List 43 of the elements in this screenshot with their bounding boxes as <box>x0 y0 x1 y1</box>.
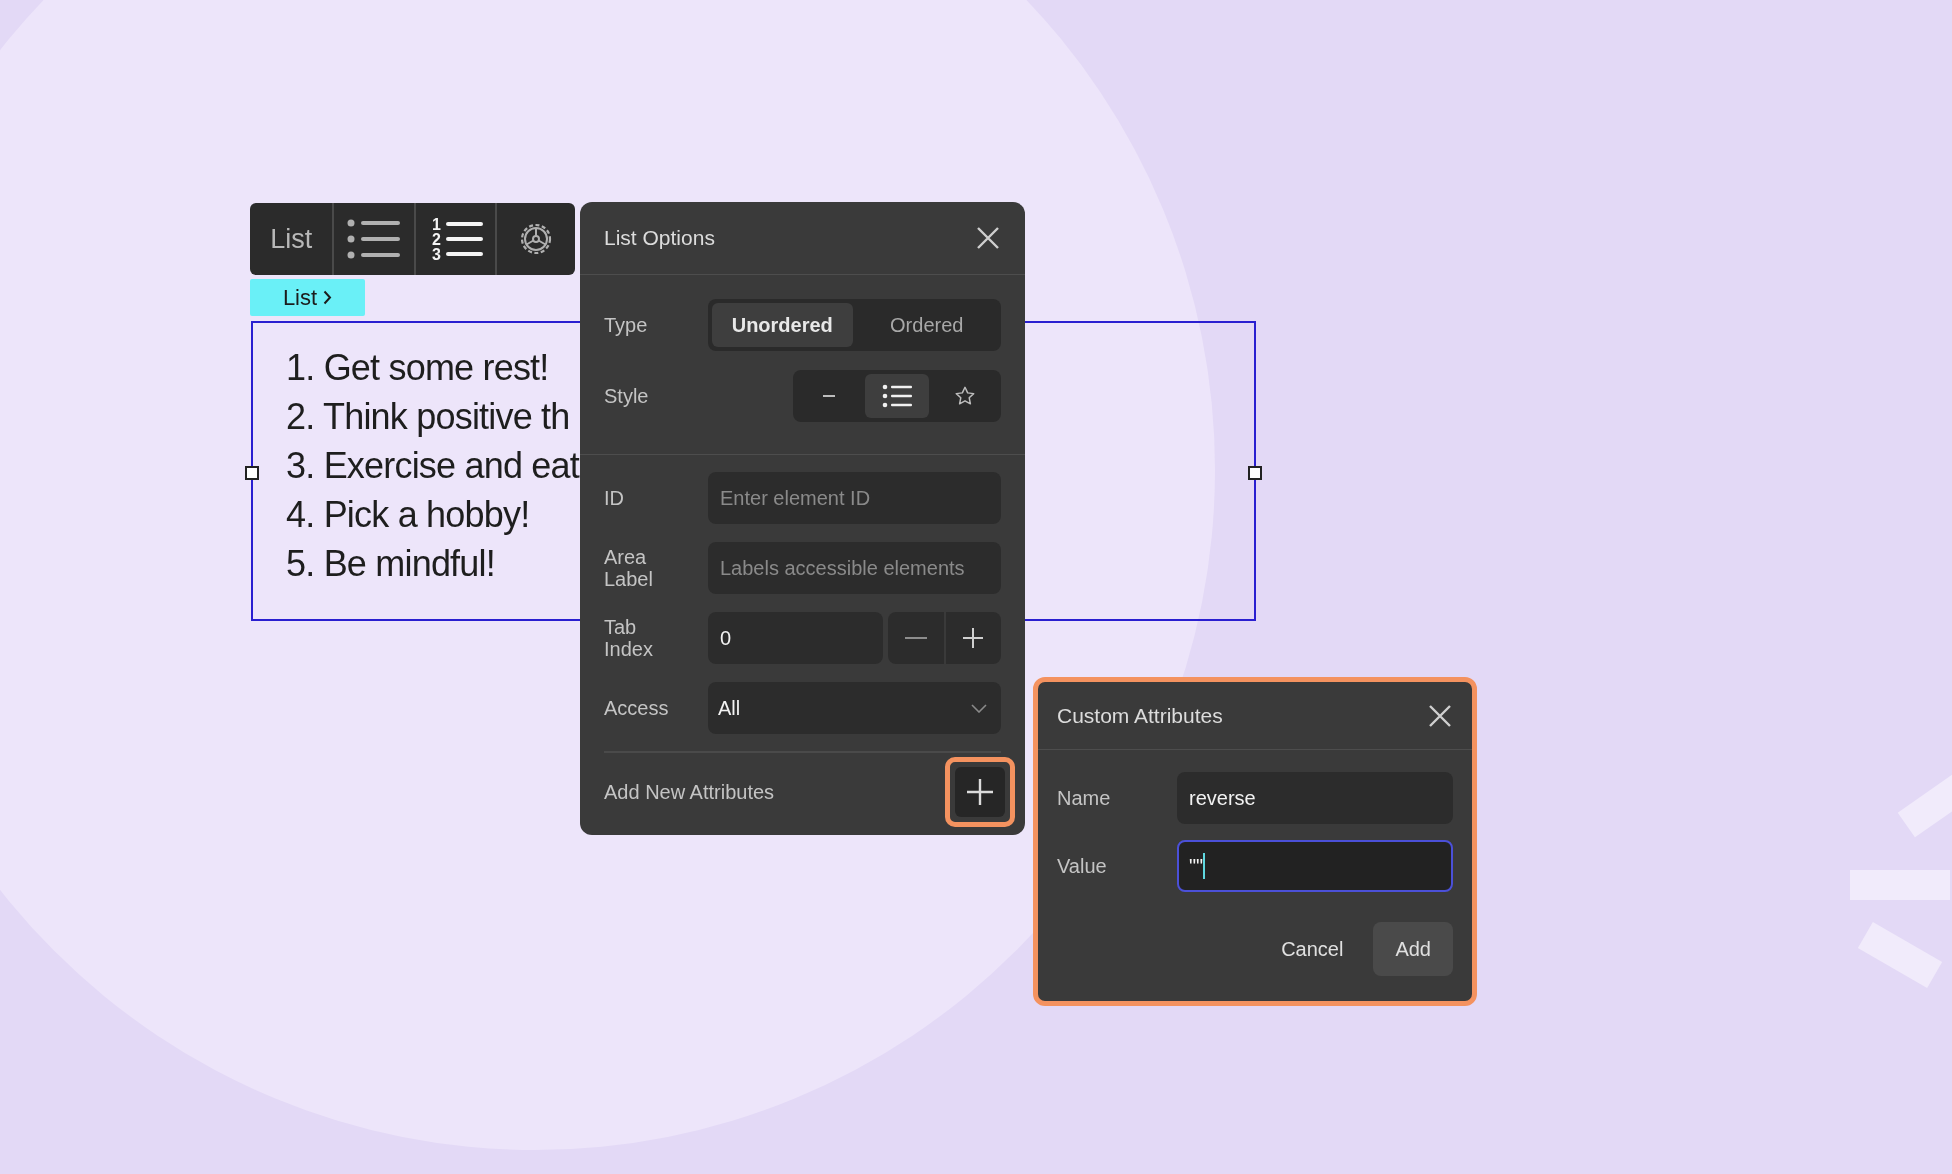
close-icon <box>1427 702 1453 729</box>
list-item: 4. Pick a hobby! <box>286 493 530 537</box>
close-button[interactable] <box>975 225 1001 251</box>
text-cursor <box>1203 853 1205 879</box>
close-icon <box>975 225 1001 251</box>
minus-icon <box>904 637 927 639</box>
area-label-field[interactable]: Labels accessible elements <box>708 542 1001 594</box>
field-label: Name <box>1057 787 1112 809</box>
list-item: 2. Think positive th <box>286 395 570 439</box>
panel-title: List Options <box>604 226 715 250</box>
field-label: Area Label <box>604 546 654 590</box>
tab-index-field[interactable]: 0 <box>708 612 883 664</box>
field-label: Tab Index <box>604 616 654 660</box>
style-option[interactable] <box>865 374 929 418</box>
add-button[interactable]: Add <box>1373 922 1453 976</box>
field-label: Value <box>1057 855 1108 877</box>
field-label: Type <box>604 314 649 336</box>
list-item: 5. Be mindful! <box>286 542 495 586</box>
type-option[interactable]: Unordered <box>712 303 853 347</box>
section-label: Add New Attributes <box>604 781 775 803</box>
field-label: Style <box>604 385 650 407</box>
plus-icon <box>963 628 984 648</box>
element-label: List <box>250 203 335 275</box>
close-button[interactable] <box>1427 702 1453 729</box>
resize-handle[interactable] <box>245 466 259 480</box>
list-type-button[interactable]: 1 2 3 <box>416 203 498 275</box>
name-field[interactable]: reverse <box>1177 772 1453 824</box>
plus-icon <box>967 779 993 805</box>
access-dropdown[interactable]: All <box>708 682 1001 734</box>
chevron-down-icon <box>971 703 987 713</box>
list-item: 3. Exercise and eat <box>286 444 579 488</box>
resize-handle[interactable] <box>1248 466 1262 480</box>
dialog-title: Custom Attributes <box>1057 703 1223 728</box>
field-label: ID <box>604 487 625 509</box>
field-label: Access <box>604 697 670 719</box>
cancel-button[interactable]: Cancel <box>1281 922 1344 976</box>
breadcrumb-tag[interactable]: List <box>250 279 365 316</box>
id-field[interactable]: Enter element ID <box>708 472 1001 524</box>
value-field[interactable]: "" <box>1177 840 1453 892</box>
chevron-right-icon <box>323 290 333 305</box>
list-item: 1. Get some rest! <box>286 346 549 390</box>
add-attribute-button[interactable] <box>955 767 1005 817</box>
type-option[interactable]: Ordered <box>856 303 997 347</box>
